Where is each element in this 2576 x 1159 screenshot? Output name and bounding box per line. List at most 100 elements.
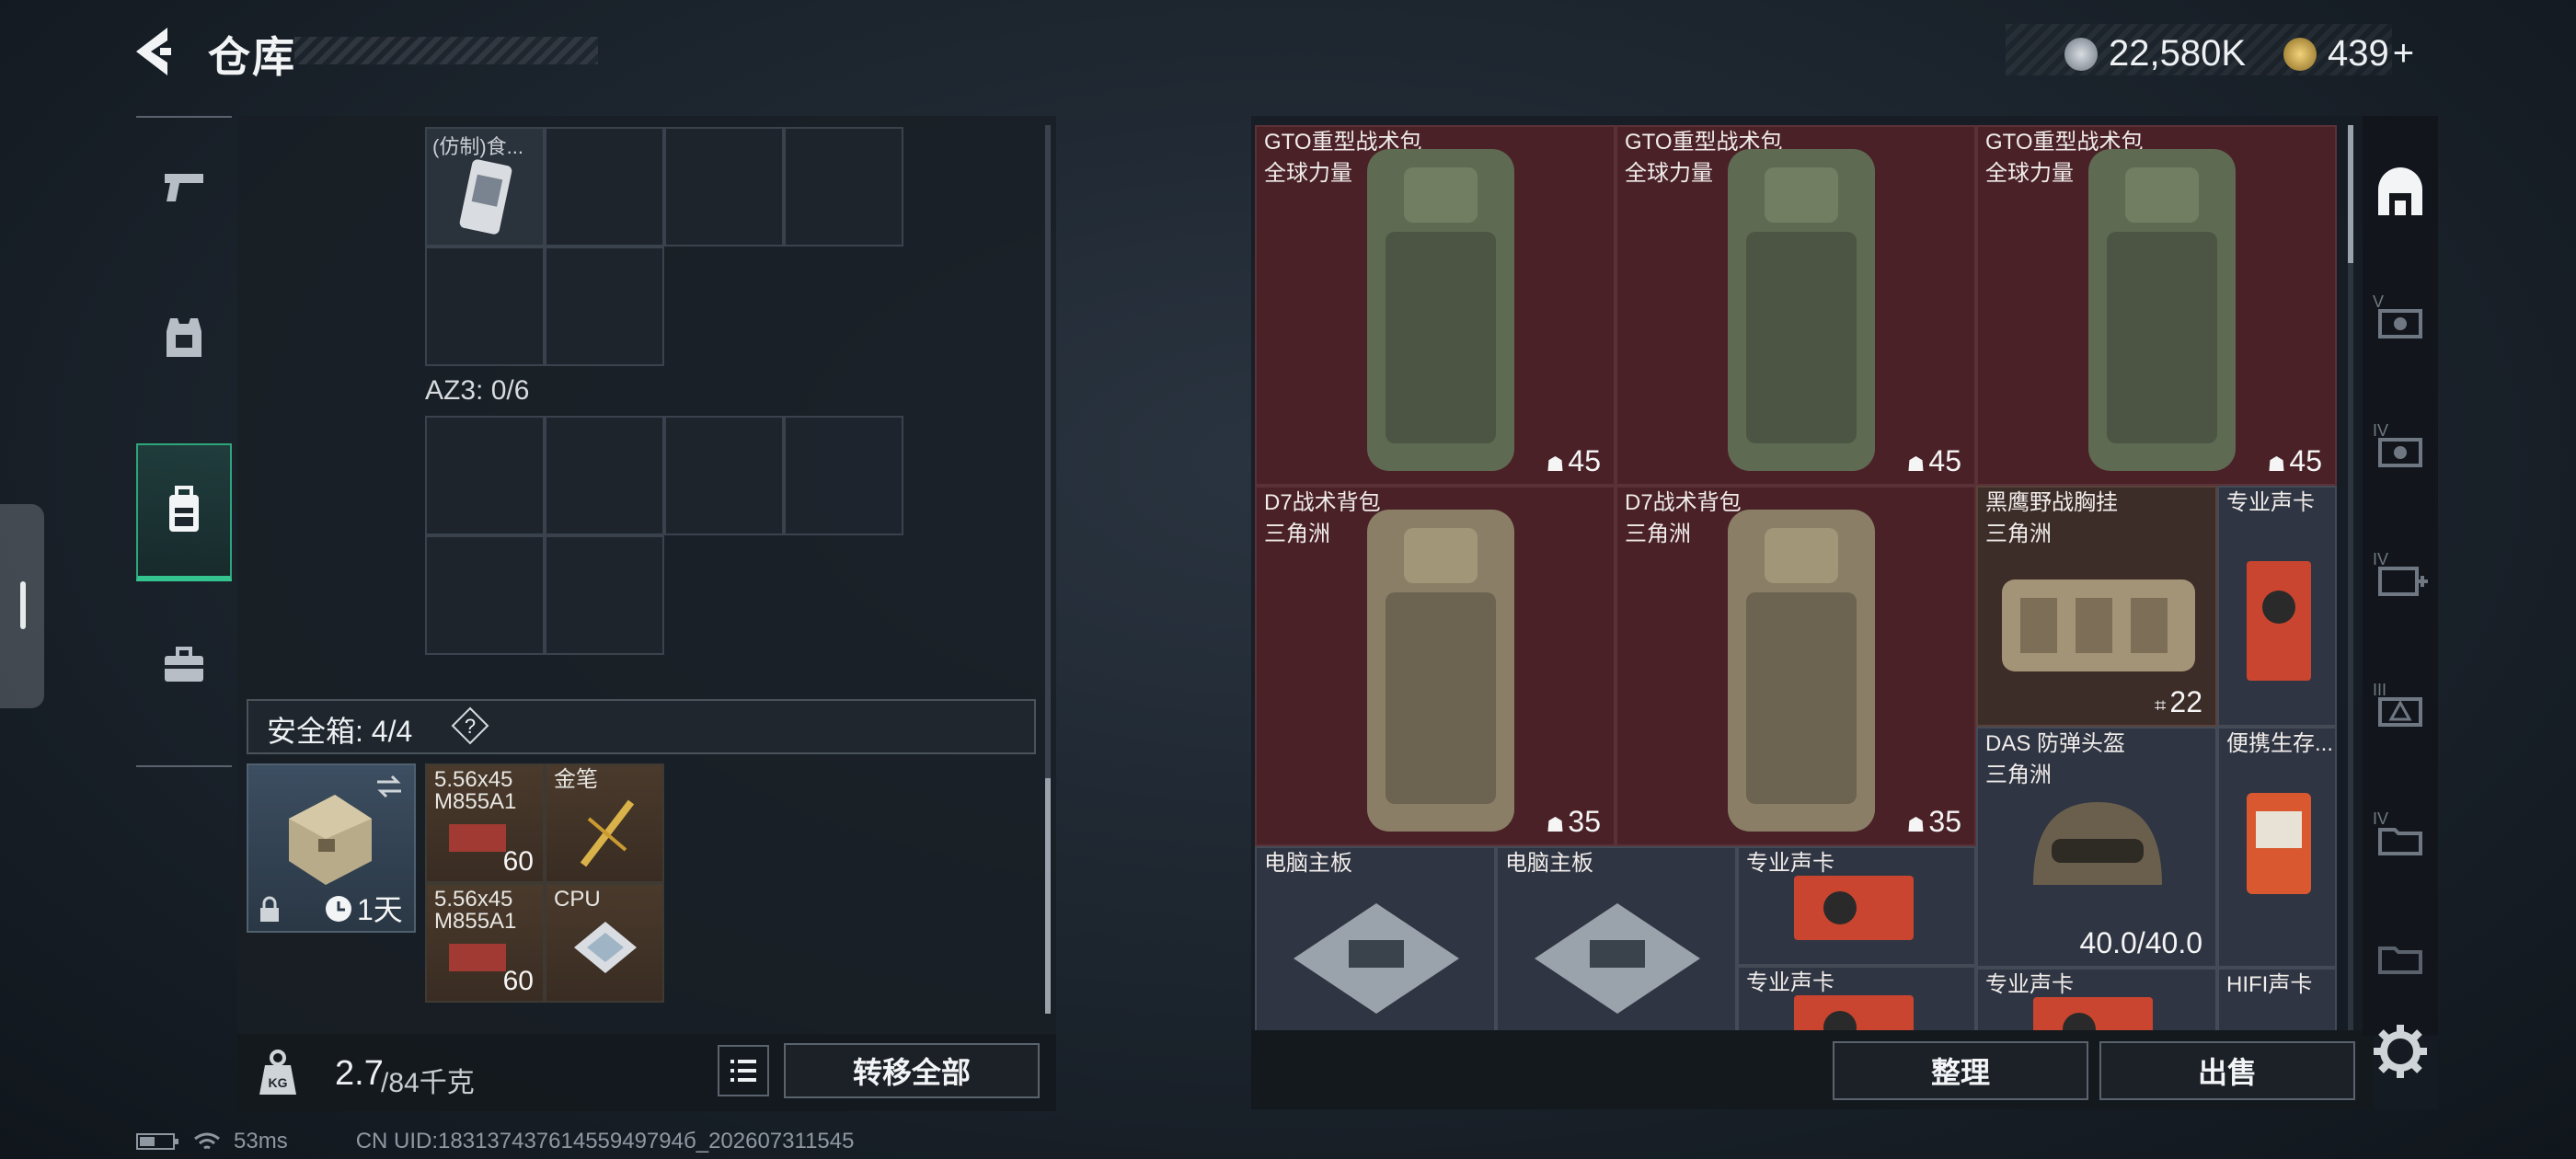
lock-icon	[260, 896, 279, 922]
item-count: 45	[1928, 444, 1961, 477]
stash-scrollbar-thumb[interactable]	[2348, 125, 2353, 263]
clock-icon	[326, 896, 351, 922]
safebox-item-ammo[interactable]: 5.56x45 M855A1 60	[425, 883, 545, 1003]
food-package-icon	[459, 159, 512, 235]
item-name: 黑鹰野战胸挂	[1985, 490, 2118, 515]
item-faction: 全球力量	[1264, 161, 1352, 186]
stash-item[interactable]: GTO重型战术包 全球力量 ☗ 45	[1616, 125, 1976, 486]
az3-slot[interactable]	[425, 535, 545, 655]
container-slot[interactable]	[545, 127, 664, 247]
stash-item[interactable]: 电脑主板	[1255, 846, 1496, 1030]
safebox-tile[interactable]: 1天	[247, 763, 416, 933]
ping-readout: 53ms	[234, 1129, 288, 1153]
chest-rig-icon	[2002, 580, 2195, 671]
rail-backpack[interactable]	[136, 443, 232, 581]
item-faction: 全球力量	[1985, 161, 2074, 186]
currency-hafcoin[interactable]: 22,580K	[2064, 33, 2246, 75]
container-slot-item[interactable]: (仿制)食...	[425, 127, 545, 247]
title-decoration	[294, 37, 598, 64]
rail-weapon[interactable]	[136, 118, 232, 256]
az3-slot[interactable]	[545, 535, 664, 655]
motherboard-icon	[1535, 903, 1700, 1014]
stash-item[interactable]: 专业声卡	[1737, 846, 1976, 966]
stash-item[interactable]: 黑鹰野战胸挂 三角洲 ⌗ 22	[1976, 486, 2217, 727]
stash-page-misc[interactable]	[2363, 911, 2438, 993]
left-scrollbar-thumb[interactable]	[1045, 778, 1051, 1014]
item-count: 45	[2289, 444, 2322, 477]
stash-item[interactable]: 电脑主板	[1496, 846, 1737, 1030]
briefcase-icon	[165, 647, 203, 682]
stash-page-hideout[interactable]	[2363, 138, 2438, 248]
stash-item[interactable]: 专业声卡	[2217, 486, 2337, 727]
helmet-icon	[2033, 802, 2162, 885]
backpack-icon	[1367, 149, 1514, 471]
stash-item[interactable]: GTO重型战术包 全球力量 ☗ 45	[1255, 125, 1616, 486]
stash-page-iv-folder[interactable]: IV	[2363, 778, 2438, 889]
backpack-icon	[2088, 149, 2236, 471]
category-rail	[136, 116, 232, 767]
capacity-icon: ☗	[1906, 453, 1926, 476]
stash-item[interactable]: GTO重型战术包 全球力量 ☗ 45	[1976, 125, 2337, 486]
rail-case[interactable]	[136, 596, 232, 734]
capacity-icon: ☗	[1546, 813, 1565, 836]
az3-slot[interactable]	[664, 416, 784, 535]
az3-slot[interactable]	[784, 416, 903, 535]
safebox-item-cpu[interactable]: CPU	[545, 883, 664, 1003]
back-arrow-icon	[136, 28, 171, 75]
sound-card-icon	[1794, 876, 1914, 940]
stash-grid: GTO重型战术包 全球力量 ☗ 45 GTO重型战术包 全球力量 ☗ 45 GTO重…	[1255, 125, 2339, 1030]
stash-page-iii[interactable]: III	[2363, 649, 2438, 760]
stash-item[interactable]: 专业声卡	[1737, 966, 1976, 1030]
svg-text:IV: IV	[2373, 550, 2388, 568]
item-name: 电脑主板	[1505, 851, 1593, 876]
stash-page-iv[interactable]: IV	[2363, 390, 2438, 500]
stash-item[interactable]: D7战术背包 三角洲 ☗ 35	[1616, 486, 1976, 846]
item-name: 金笔	[554, 767, 598, 792]
rail-armor[interactable]	[136, 269, 232, 407]
stash-item[interactable]: 专业声卡	[1976, 968, 2217, 1030]
container-slot[interactable]	[784, 127, 903, 247]
safebox-duration: 1天	[357, 893, 403, 926]
stash-item[interactable]: HIFI声卡	[2217, 968, 2337, 1030]
back-button[interactable]	[129, 22, 188, 81]
weight-indicator: KG	[248, 1043, 307, 1102]
currency-diamond[interactable]: 439 +	[2283, 33, 2414, 75]
svg-text:KG: KG	[269, 1075, 288, 1090]
item-name: HIFI声卡	[2226, 972, 2313, 997]
diamond-amount: 439	[2328, 33, 2389, 74]
safebox-item-gold-pen[interactable]: 金笔	[545, 763, 664, 883]
item-faction: 三角洲	[1625, 522, 1691, 546]
item-faction: 全球力量	[1625, 161, 1713, 186]
swap-icon[interactable]	[374, 773, 405, 800]
safebox-item-ammo[interactable]: 5.56x45 M855A1 60	[425, 763, 545, 883]
sell-button[interactable]: 出售	[2099, 1041, 2355, 1100]
az3-slot[interactable]	[425, 416, 545, 535]
stash-page-iv-add[interactable]: IV	[2363, 519, 2438, 629]
sound-card-icon	[2033, 997, 2153, 1030]
stash-item[interactable]: DAS 防弹头盔 三角洲 40.0/40.0	[1976, 727, 2217, 968]
stash-page-v[interactable]: V	[2363, 261, 2438, 372]
svg-text:?: ?	[465, 715, 476, 738]
stash-iii-icon: III	[2373, 681, 2422, 727]
container-slot[interactable]	[425, 247, 545, 366]
container-slot[interactable]	[664, 127, 784, 247]
settings-button[interactable]	[2368, 1019, 2432, 1084]
container-slot[interactable]	[545, 247, 664, 366]
motherboard-icon	[1294, 903, 1459, 1014]
transfer-all-button[interactable]: 转移全部	[784, 1043, 1040, 1098]
stash-v-icon: V	[2373, 293, 2422, 339]
item-count: 60	[502, 846, 534, 877]
add-diamond-button[interactable]: +	[2393, 33, 2414, 75]
gold-pen-icon	[580, 799, 635, 867]
item-name: 电脑主板	[1264, 851, 1352, 876]
list-view-button[interactable]	[718, 1045, 769, 1096]
safebox-capacity-label: 安全箱: 4/4	[267, 715, 413, 748]
stash-add-icon: IV	[2373, 550, 2428, 596]
stash-item[interactable]: 便携生存...	[2217, 727, 2337, 968]
az3-slot[interactable]	[545, 416, 664, 535]
help-button[interactable]: ?	[451, 706, 489, 745]
side-drawer-handle-bar	[20, 581, 26, 629]
hafcoin-amount: 22,580K	[2109, 33, 2247, 74]
sort-button[interactable]: 整理	[1833, 1041, 2088, 1100]
stash-item[interactable]: D7战术背包 三角洲 ☗ 35	[1255, 486, 1616, 846]
